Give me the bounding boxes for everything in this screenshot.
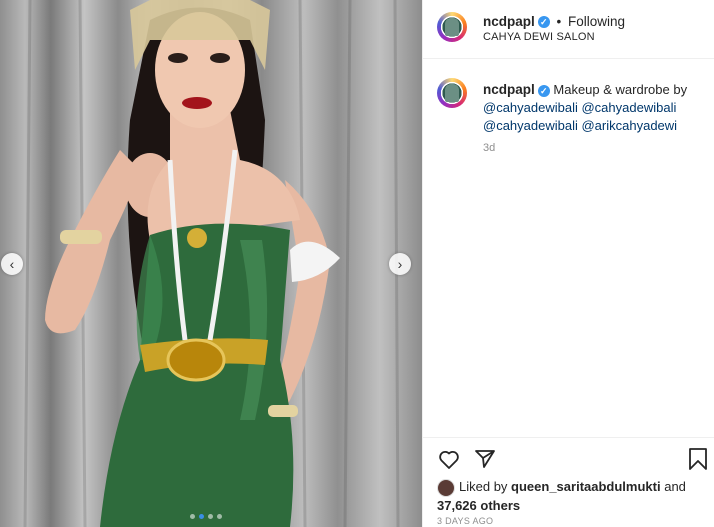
liker-username[interactable]: queen_saritaabdulmukti [511, 479, 661, 494]
post-photo [23, 0, 400, 527]
caption-mention[interactable]: @cahyadewibali [483, 118, 578, 133]
bookmark-icon[interactable] [687, 447, 709, 476]
carousel-prev-button[interactable]: ‹ [1, 253, 23, 275]
likes-summary: Liked by queen_saritaabdulmukti and 37,6… [437, 478, 707, 515]
following-button[interactable]: Following [568, 14, 625, 29]
post-timestamp: 3 DAYS AGO [437, 516, 494, 526]
carousel-next-button[interactable]: › [389, 253, 411, 275]
liker-avatar[interactable] [437, 478, 455, 497]
carousel-dot [208, 514, 213, 519]
caption-text: Makeup & wardrobe by [553, 82, 688, 97]
carousel-dot [217, 514, 222, 519]
caption-avatar[interactable] [437, 78, 467, 108]
caption-mention[interactable]: @cahyadewibali [483, 100, 578, 115]
avatar[interactable] [437, 12, 467, 42]
verified-badge-icon: ✓ [537, 84, 550, 97]
caption-mention[interactable]: @arikcahyadewi [581, 118, 677, 133]
header-separator: • [556, 14, 562, 29]
location-link[interactable]: CAHYA DEWI SALON [483, 31, 595, 43]
caption-username[interactable]: ncdpapl [483, 82, 535, 97]
carousel-indicator [190, 514, 222, 519]
carousel-dot [190, 514, 195, 519]
header-username[interactable]: ncdpapl [483, 14, 535, 29]
post-header: ncdpapl ✓ • Following CAHYA DEWI SALON [423, 0, 714, 59]
post-media[interactable]: ‹ › [0, 0, 422, 527]
heart-icon[interactable] [437, 447, 461, 476]
paper-plane-icon[interactable] [473, 447, 497, 476]
caption-relative-time: 3d [483, 142, 496, 154]
likes-and: and [664, 479, 686, 494]
caption: ncdpapl ✓ Makeup & wardrobe by @cahyadewi… [483, 81, 708, 135]
carousel-dot-active [199, 514, 204, 519]
action-bar [423, 437, 714, 478]
header-line: ncdpapl ✓ • Following [483, 14, 625, 29]
likes-others-link[interactable]: 37,626 others [437, 498, 520, 513]
likes-prefix: Liked by [459, 479, 508, 494]
caption-mention[interactable]: @cahyadewibali [581, 100, 676, 115]
post-side-panel: ncdpapl ✓ • Following CAHYA DEWI SALON nc… [422, 0, 714, 527]
verified-badge-icon: ✓ [537, 16, 550, 29]
